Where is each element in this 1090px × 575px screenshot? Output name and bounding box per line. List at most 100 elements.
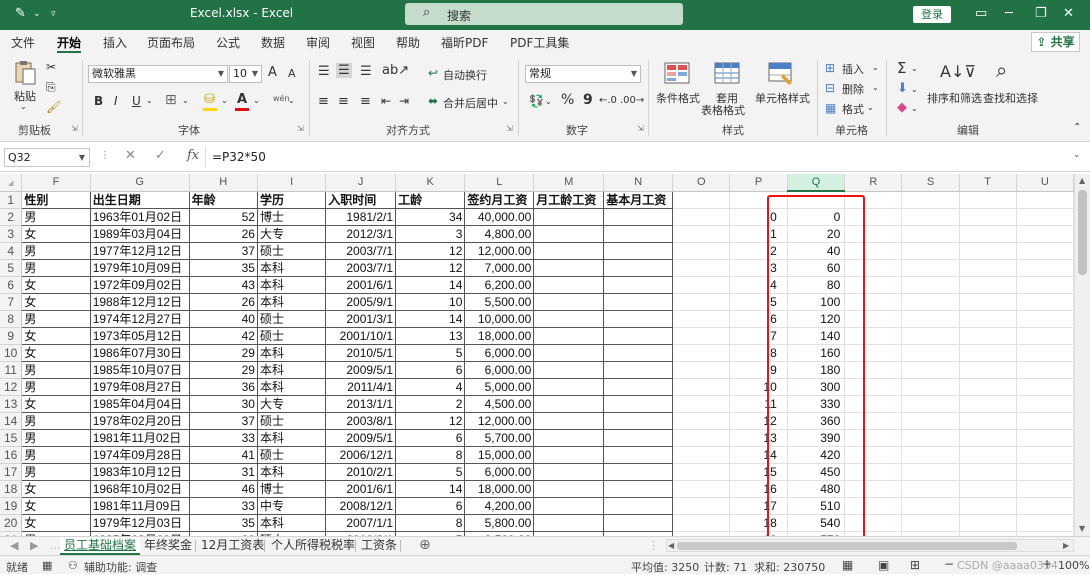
table-cell[interactable]: 510 (787, 497, 846, 515)
table-cell[interactable] (959, 480, 1017, 498)
table-cell[interactable]: 1981年11月02日 (90, 429, 190, 447)
table-cell[interactable] (959, 446, 1017, 464)
tab-help[interactable]: 帮助 (396, 34, 420, 51)
table-cell[interactable] (901, 191, 960, 209)
delete-cells-icon[interactable]: ⊟ (825, 81, 835, 95)
table-cell[interactable]: 2013/1/1 (325, 395, 397, 413)
table-cell[interactable]: 1989年03月04日 (90, 225, 190, 243)
delete-dropdown-icon[interactable]: ⌄ (872, 83, 879, 92)
autosum-dropdown-icon[interactable]: ⌄ (911, 64, 918, 73)
table-cell[interactable]: 10 (395, 293, 466, 311)
table-cell[interactable]: 12 (395, 412, 466, 430)
table-cell[interactable]: 31 (189, 463, 258, 481)
table-cell[interactable]: 6 (729, 310, 788, 328)
table-cell[interactable] (844, 191, 903, 209)
table-cell[interactable]: 2001/3/1 (325, 310, 397, 328)
table-cell[interactable] (533, 480, 605, 498)
table-cell[interactable]: 40,000.00 (464, 208, 535, 226)
column-header[interactable]: K (395, 174, 466, 192)
table-cell[interactable] (672, 327, 731, 345)
table-cell[interactable]: 大专 (257, 225, 327, 243)
scroll-left-icon[interactable]: ◀ (668, 541, 674, 550)
align-bottom-icon[interactable]: ☰ (360, 64, 372, 79)
table-cell[interactable]: 36 (189, 378, 258, 396)
table-cell[interactable] (603, 310, 674, 328)
table-cell[interactable]: 0 (787, 208, 846, 226)
table-cell[interactable]: 女 (21, 344, 91, 362)
increase-decimal-icon[interactable]: ←.0 (599, 95, 617, 106)
table-cell[interactable]: 2009/5/1 (325, 429, 397, 447)
format-dropdown-icon[interactable]: ⌄ (867, 103, 874, 112)
table-cell[interactable] (603, 242, 674, 260)
table-cell[interactable]: 1963年01月02日 (90, 208, 190, 226)
column-header[interactable]: F (21, 174, 91, 192)
insert-dropdown-icon[interactable]: ⌄ (872, 63, 879, 72)
table-cell[interactable]: 女 (21, 276, 91, 294)
table-cell[interactable] (1016, 310, 1074, 328)
table-cell[interactable] (603, 480, 674, 498)
name-box[interactable]: Q32 ▼ (4, 148, 90, 167)
table-cell[interactable]: 1985年10月07日 (90, 361, 190, 379)
table-cell[interactable]: 8 (395, 514, 466, 532)
table-cell[interactable]: 33 (189, 497, 258, 515)
table-cell[interactable]: 男 (21, 446, 91, 464)
merge-dropdown-icon[interactable]: ⌄ (502, 97, 509, 106)
table-cell[interactable]: 2010/2/1 (325, 463, 397, 481)
table-cell[interactable] (672, 361, 731, 379)
table-cell[interactable]: 硕士 (257, 327, 327, 345)
insert-cells-icon[interactable]: ⊞ (825, 61, 835, 75)
table-cell[interactable]: 12,000.00 (464, 412, 535, 430)
table-cell[interactable]: 本科 (257, 344, 327, 362)
table-cell[interactable]: 女 (21, 225, 91, 243)
column-header[interactable]: N (603, 174, 674, 192)
bold-button[interactable]: B (94, 94, 103, 108)
table-cell[interactable]: 男 (21, 429, 91, 447)
table-cell[interactable]: 6,200.00 (464, 276, 535, 294)
table-cell[interactable]: 2 (395, 395, 466, 413)
table-cell[interactable]: 女 (21, 327, 91, 345)
table-cell[interactable]: 5,800.00 (464, 514, 535, 532)
table-cell[interactable]: 1985年04月04日 (90, 395, 190, 413)
align-left-icon[interactable]: ≡ (318, 94, 329, 109)
table-cell[interactable]: 46 (189, 480, 258, 498)
table-cell[interactable] (787, 191, 846, 209)
table-cell[interactable]: 5 (395, 463, 466, 481)
normal-view-icon[interactable]: ▦ (842, 558, 853, 572)
table-cell[interactable]: 1981年11月09日 (90, 497, 190, 515)
tab-insert[interactable]: 插入 (103, 34, 127, 51)
table-cell[interactable]: 300 (787, 378, 846, 396)
table-cell[interactable]: 博士 (257, 480, 327, 498)
table-cell[interactable] (901, 361, 960, 379)
macro-record-icon[interactable]: ▦ (42, 559, 52, 572)
table-cell[interactable]: 6 (395, 361, 466, 379)
customize-chevron-icon[interactable]: ⌄ (33, 9, 41, 19)
table-cell[interactable]: 10,000.00 (464, 310, 535, 328)
table-cell[interactable]: 1986年07月30日 (90, 344, 190, 362)
table-cell[interactable] (603, 361, 674, 379)
table-cell[interactable] (844, 276, 903, 294)
table-cell[interactable] (672, 344, 731, 362)
confirm-edit-button[interactable]: ✓ (155, 148, 166, 163)
accounting-format-icon[interactable]: 💱 (529, 94, 544, 108)
row-header[interactable]: 11 (0, 361, 23, 379)
table-cell[interactable]: 2 (729, 242, 788, 260)
table-cell[interactable]: 6,000.00 (464, 361, 535, 379)
table-cell[interactable]: 2001/6/1 (325, 480, 397, 498)
table-cell[interactable] (533, 344, 605, 362)
column-header[interactable]: J (325, 174, 397, 192)
table-cell[interactable] (959, 429, 1017, 447)
row-header[interactable]: 6 (0, 276, 23, 294)
decrease-decimal-icon[interactable]: .00→ (620, 95, 644, 106)
table-cell[interactable] (959, 242, 1017, 260)
accessibility-icon[interactable]: ⚇ (68, 559, 78, 572)
table-cell[interactable]: 本科 (257, 429, 327, 447)
expand-formula-icon[interactable]: ⌄ (1073, 150, 1081, 160)
table-cell[interactable]: 40 (189, 310, 258, 328)
font-color-button[interactable]: A (237, 92, 247, 107)
tab-split-icon[interactable]: ⋮ (648, 539, 659, 552)
merge-center-button[interactable]: 合并后居中 (443, 95, 498, 111)
scroll-right-icon[interactable]: ▶ (1063, 541, 1069, 550)
table-cell[interactable]: 工龄 (395, 191, 466, 209)
table-cell[interactable] (533, 276, 605, 294)
table-cell[interactable]: 12 (395, 259, 466, 277)
